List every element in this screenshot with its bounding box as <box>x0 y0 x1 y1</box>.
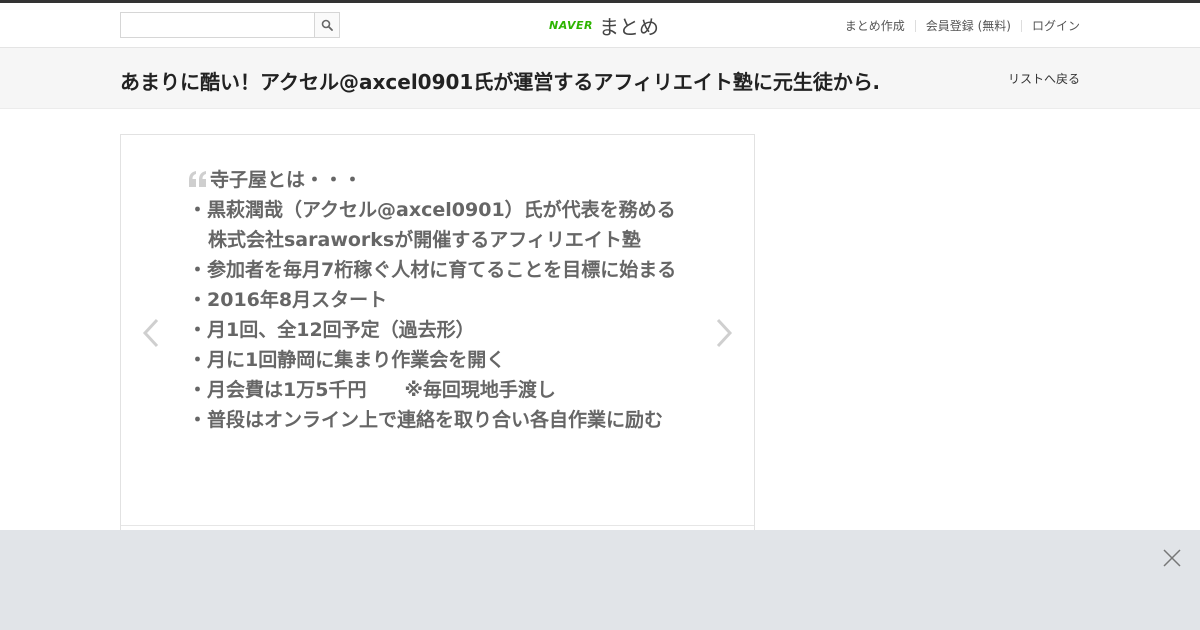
logo-product: まとめ <box>598 14 659 39</box>
content-card: 寺子屋とは・・・ ・黒萩潤哉（アクセル@axcel0901）氏が代表を務める 株… <box>120 134 755 554</box>
close-icon <box>1163 549 1181 567</box>
quote-block: 寺子屋とは・・・ ・黒萩潤哉（アクセル@axcel0901）氏が代表を務める 株… <box>188 165 688 435</box>
naver-matome-logo[interactable]: NAVER まとめ <box>549 11 659 39</box>
banner-close-button[interactable] <box>1162 548 1182 568</box>
title-bar: あまりに酷い！アクセル@axcel0901氏が運営するアフィリエイト塾に元生徒か… <box>0 48 1200 109</box>
back-to-list-link[interactable]: リストへ戻る <box>1008 70 1080 87</box>
search-box <box>120 12 340 38</box>
quote-icon <box>189 171 206 187</box>
top-header: NAVER まとめ まとめ作成 会員登録 (無料) ログイン <box>0 0 1200 48</box>
quote-line: 寺子屋とは・・・ <box>188 165 688 195</box>
search-button[interactable] <box>314 13 339 37</box>
nav-register[interactable]: 会員登録 (無料) <box>926 17 1011 34</box>
search-icon <box>321 19 333 31</box>
next-button[interactable] <box>712 315 736 351</box>
quote-text: 寺子屋とは・・・ <box>210 169 363 191</box>
nav-login[interactable]: ログイン <box>1032 17 1080 34</box>
prev-button[interactable] <box>139 315 163 351</box>
quote-line: 株式会社saraworksが開催するアフィリエイト塾 <box>208 229 641 251</box>
quote-line: ・黒萩潤哉（アクセル@axcel0901）氏が代表を務める <box>188 199 676 221</box>
chevron-right-icon <box>716 318 733 348</box>
search-input[interactable] <box>121 13 315 37</box>
quote-line: ・参加者を毎月7桁稼ぐ人材に育てることを目標に始まる <box>188 259 677 281</box>
quote-line: ・2016年8月スタート <box>188 289 388 311</box>
card-divider <box>121 525 754 526</box>
chevron-left-icon <box>142 318 159 348</box>
bottom-ad-banner <box>0 530 1200 630</box>
page-title: あまりに酷い！アクセル@axcel0901氏が運営するアフィリエイト塾に元生徒か… <box>120 70 880 94</box>
quote-line: ・月に1回静岡に集まり作業会を開く <box>188 349 506 371</box>
nav-separator <box>914 19 916 32</box>
quote-line: ・月会費は1万5千円 ※毎回現地手渡し <box>188 379 556 401</box>
logo-brand: NAVER <box>549 18 593 32</box>
header-nav: まとめ作成 会員登録 (無料) ログイン <box>845 17 1080 34</box>
quote-line: ・月1回、全12回予定（過去形） <box>188 319 475 341</box>
quote-line: ・普段はオンライン上で連絡を取り合い各自作業に励む <box>188 409 664 431</box>
nav-create-matome[interactable]: まとめ作成 <box>845 17 905 34</box>
nav-separator <box>1020 19 1022 32</box>
